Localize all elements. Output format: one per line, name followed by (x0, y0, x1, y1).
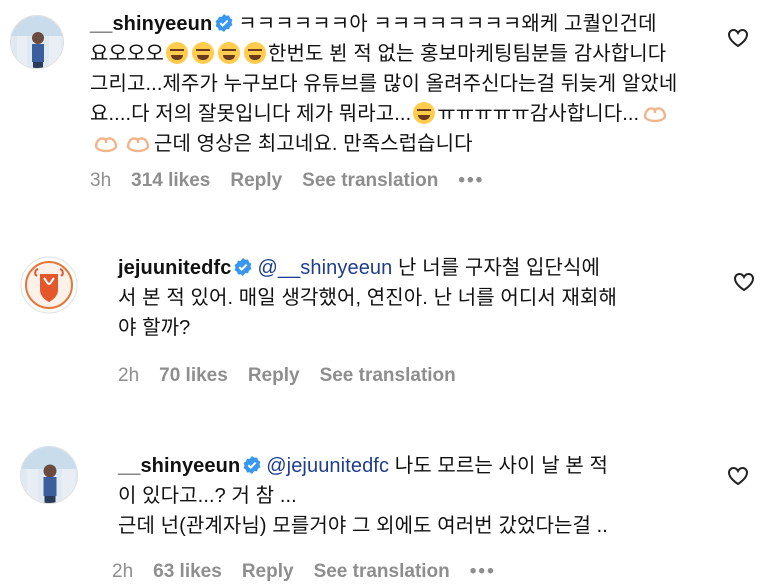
comment: jejuunitedfc @__shinyeeun 난 너를 구자철 입단식에 서… (0, 230, 762, 400)
comment-text: 나도 모르는 사이 날 본 적 (389, 455, 609, 477)
avatar[interactable] (20, 256, 78, 314)
comment-text: 이 있다고...? 거 참 ... (118, 485, 297, 507)
comment-text: 요....다 저의 잘못입니다 제가 뭐라고... (90, 103, 412, 125)
loudly-crying-face-emoji (244, 42, 266, 64)
verified-badge-icon (215, 14, 233, 32)
more-options-button[interactable]: ••• (470, 561, 496, 583)
comment-text: 야 할까? (118, 317, 191, 339)
comment-text: 한번도 뵌 적 없는 홍보마케팅팀분들 감사합니다 (268, 43, 667, 65)
likes-count[interactable]: 314 likes (131, 170, 210, 192)
comment-body: __shinyeeun @jejuunitedfc 나도 모르는 사이 날 본 적… (118, 451, 718, 541)
comment-meta: 2h 70 likes Reply See translation (118, 365, 476, 387)
heart-outline-icon[interactable] (733, 272, 755, 292)
mention-link[interactable]: @jejuunitedfc (266, 455, 389, 477)
comment-username[interactable]: jejuunitedfc (118, 257, 231, 279)
comment-meta: 2h 63 likes Reply See translation ••• (112, 561, 516, 583)
comment-text: 난 너를 구자철 입단식에 (392, 257, 601, 279)
heart-hands-emoji (126, 137, 150, 153)
loudly-crying-face-emoji (192, 42, 214, 64)
comment-text: 근데 넌(관계자님) 모를거야 그 외에도 여러번 갔었다는걸 .. (118, 515, 608, 537)
likes-count[interactable]: 70 likes (159, 365, 228, 387)
heart-hands-emoji (644, 107, 667, 123)
comment-username[interactable]: __shinyeeun (90, 13, 212, 35)
heart-outline-icon[interactable] (727, 28, 749, 48)
loudly-crying-face-emoji (218, 42, 240, 64)
comment-username[interactable]: __shinyeeun (118, 455, 240, 477)
heart-outline-icon[interactable] (727, 466, 749, 486)
comment: __shinyeeun ㅋㅋㅋㅋㅋㅋ아 ㅋㅋㅋㅋㅋㅋㅋㅋ왜케 고퀄인건데 요오오오… (0, 0, 762, 200)
comment-text: 요오오오 (90, 43, 164, 65)
loudly-crying-face-emoji (413, 102, 436, 124)
comment-body: __shinyeeun ㅋㅋㅋㅋㅋㅋ아 ㅋㅋㅋㅋㅋㅋㅋㅋ왜케 고퀄인건데 요오오오… (90, 9, 710, 159)
comment-meta: 3h 314 likes Reply See translation ••• (90, 170, 504, 192)
comment-timestamp: 2h (118, 365, 140, 386)
comment-timestamp: 3h (90, 170, 112, 191)
comment-text: ㅠㅠㅠㅠㅠ감사합니다... (437, 103, 640, 125)
comment-body: jejuunitedfc @__shinyeeun 난 너를 구자철 입단식에 서… (118, 253, 718, 343)
comment-text: 서 본 적 있어. 매일 생각했어, 연진아. 난 너를 어디서 재회해 (118, 287, 618, 309)
mention-link[interactable]: @__shinyeeun (257, 257, 392, 279)
see-translation-button[interactable]: See translation (320, 365, 456, 387)
verified-badge-icon (235, 258, 252, 276)
avatar[interactable] (20, 446, 78, 504)
more-options-button[interactable]: ••• (458, 170, 484, 192)
comment: __shinyeeun @jejuunitedfc 나도 모르는 사이 날 본 적… (0, 420, 762, 586)
heart-hands-emoji (94, 137, 118, 153)
comment-text: 근데 영상은 최고네요. 만족스럽습니다 (154, 133, 473, 155)
loudly-crying-face-emoji (166, 42, 188, 64)
reply-button[interactable]: Reply (242, 561, 294, 583)
avatar[interactable] (10, 15, 64, 69)
verified-badge-icon (243, 456, 261, 474)
likes-count[interactable]: 63 likes (153, 561, 222, 583)
comment-text: ㅋㅋㅋㅋㅋㅋ아 ㅋㅋㅋㅋㅋㅋㅋㅋ왜케 고퀄인건데 (238, 13, 657, 35)
comment-timestamp: 2h (112, 561, 134, 582)
comment-text: 그리고...제주가 누구보다 유튜브를 많이 올려주신다는걸 뒤늦게 알았네 (90, 73, 678, 95)
see-translation-button[interactable]: See translation (314, 561, 450, 583)
see-translation-button[interactable]: See translation (302, 170, 438, 192)
reply-button[interactable]: Reply (230, 170, 282, 192)
reply-button[interactable]: Reply (248, 365, 300, 387)
